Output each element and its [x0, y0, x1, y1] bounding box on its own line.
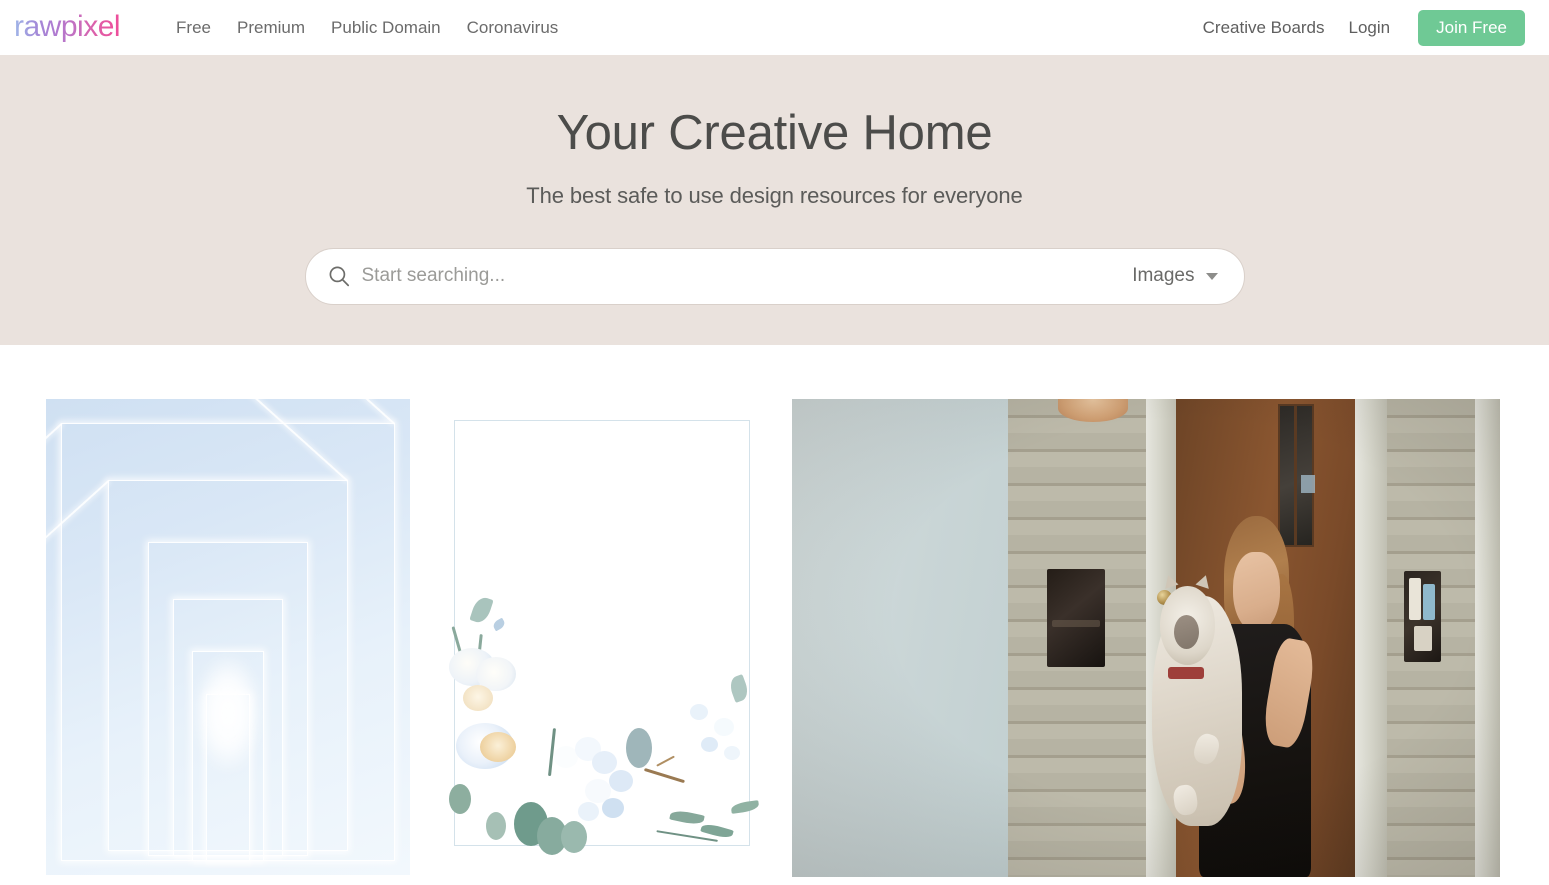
nav-item-premium[interactable]: Premium	[237, 18, 305, 38]
search-type-dropdown[interactable]: Images	[1116, 265, 1218, 287]
nav-item-public-domain[interactable]: Public Domain	[331, 18, 441, 38]
nav-item-login[interactable]: Login	[1349, 18, 1391, 38]
nav-item-free[interactable]: Free	[176, 18, 211, 38]
gallery-item-doorway-cat[interactable]	[792, 399, 1500, 877]
primary-nav: Free Premium Public Domain Coronavirus	[176, 18, 558, 38]
page-subtitle: The best safe to use design resources fo…	[526, 182, 1023, 208]
image-gallery	[0, 345, 1549, 885]
chevron-down-icon	[1205, 272, 1218, 280]
site-header: rawpixel Free Premium Public Domain Coro…	[0, 0, 1549, 55]
hero-section: Your Creative Home The best safe to use …	[0, 55, 1549, 345]
join-free-button[interactable]: Join Free	[1418, 9, 1525, 46]
floral-frame-image	[432, 400, 772, 868]
search-bar[interactable]: Images	[304, 247, 1245, 305]
page-title: Your Creative Home	[556, 106, 993, 160]
nav-item-coronavirus[interactable]: Coronavirus	[467, 18, 559, 38]
search-type-label: Images	[1132, 265, 1195, 287]
account-nav: Creative Boards Login Join Free	[1203, 9, 1525, 46]
gallery-item-floral-frame[interactable]	[432, 400, 772, 868]
doorway-cat-image	[792, 399, 1500, 877]
search-icon	[328, 265, 350, 287]
nav-item-creative-boards[interactable]: Creative Boards	[1203, 18, 1325, 38]
corridor-image	[46, 399, 410, 875]
search-input[interactable]	[359, 248, 1117, 304]
gallery-item-corridor[interactable]	[46, 399, 410, 875]
rawpixel-logo[interactable]: rawpixel	[14, 11, 121, 44]
